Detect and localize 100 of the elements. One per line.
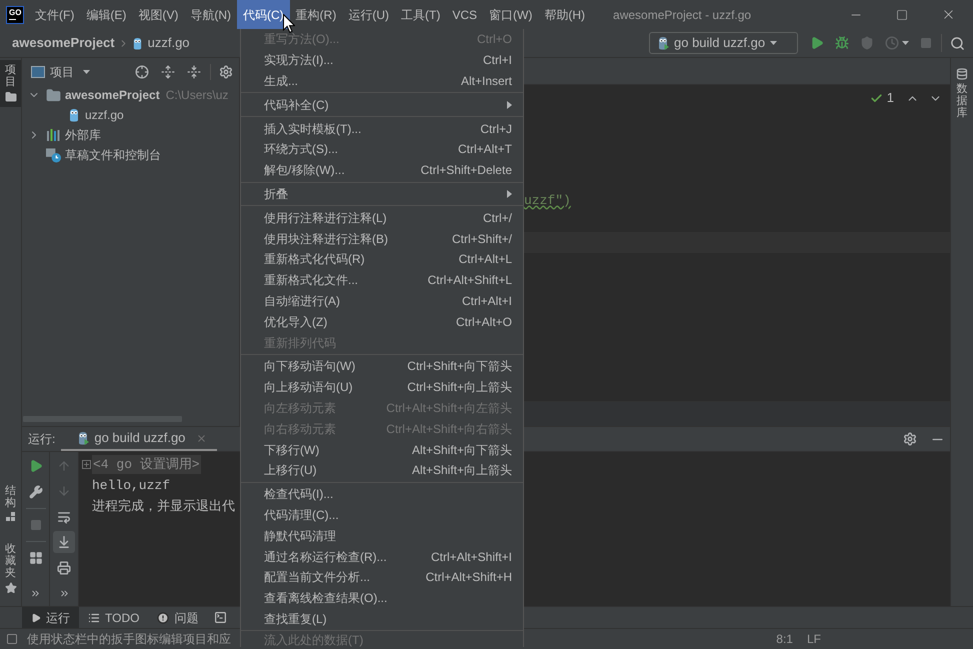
panel-icon [31, 66, 45, 78]
caret-down-icon[interactable] [902, 41, 909, 45]
menu-bar-item[interactable]: 编辑(E) [80, 0, 132, 29]
shortcut-text: Ctrl+/ [482, 210, 512, 225]
folder-icon [4, 91, 16, 104]
tree-item[interactable]: awesomeProject C:\Users\uz [22, 85, 239, 105]
menu-bar-item[interactable]: 文件(F) [29, 0, 80, 29]
menu-bar-item[interactable]: 视图(V) [132, 0, 184, 29]
inspection-check-icon[interactable] [870, 92, 883, 104]
menu-item[interactable]: 配置当前文件分析... Ctrl+Alt+Shift+H [241, 566, 523, 588]
menu-item[interactable]: 折叠 [241, 184, 523, 204]
menu-item[interactable]: 查看离线检查结果(O)... [241, 588, 523, 609]
tool-window-tab[interactable]: 数据库 [951, 64, 973, 124]
breadcrumb-item[interactable]: awesomeProject [12, 33, 115, 53]
menu-bar-item[interactable]: 运行(U) [342, 0, 396, 29]
caret-position[interactable]: 8:1 [776, 630, 793, 648]
scroll-to-end-icon[interactable] [53, 531, 75, 554]
menu-item[interactable]: 检查代码(I)... [241, 484, 523, 505]
tool-window-tab[interactable]: 问题 [148, 607, 208, 628]
menu-item[interactable]: 生成... Alt+Insert [241, 70, 523, 92]
menu-item[interactable]: 静默代码清理 [241, 525, 523, 546]
tool-window-tab[interactable]: TODO [79, 607, 148, 628]
file-icon [68, 108, 80, 122]
console-line: hello,uzzf [92, 476, 170, 495]
menu-item[interactable]: 重新格式化文件... Ctrl+Alt+Shift+L [241, 270, 523, 291]
tool-window-tab[interactable]: 收藏夹 [0, 538, 21, 598]
menu-item[interactable]: 重新格式化代码(R) Ctrl+Alt+L [241, 248, 523, 270]
run-config-dropdown[interactable]: go build uzzf.go [649, 32, 798, 54]
tool-window-tab[interactable]: 结构 [0, 480, 21, 525]
caret-down-icon[interactable] [83, 70, 90, 74]
expand-fold-icon[interactable] [82, 460, 91, 469]
menu-item[interactable]: 上移行(U) Alt+Shift+向上箭头 [241, 460, 523, 481]
soft-wrap-icon[interactable] [57, 510, 71, 524]
menu-item[interactable]: 优化导入(Z) Ctrl+Alt+O [241, 311, 523, 332]
console-line: 进程完成，并显示退出代 [92, 498, 235, 516]
layout-icon[interactable] [28, 551, 42, 565]
expand-all-icon[interactable] [161, 64, 175, 78]
menu-item[interactable]: 插入实时模板(T)... Ctrl+J [241, 118, 523, 139]
menu-item[interactable]: 解包/移除(W)... Ctrl+Shift+Delete [241, 160, 523, 181]
tree-item[interactable]: 外部库 [22, 125, 239, 145]
shortcut-text: Alt+Shift+向上箭头 [412, 463, 512, 478]
database-icon [956, 68, 968, 80]
menu-item[interactable]: 代码清理(C)... [241, 504, 523, 526]
settings-icon[interactable] [219, 64, 233, 78]
tool-window-tab[interactable]: 运行 [22, 607, 79, 628]
horizontal-scrollbar[interactable] [23, 416, 182, 422]
menu-item[interactable]: 使用块注释进行注释(B) Ctrl+Shift+/ [241, 228, 523, 249]
menu-item[interactable]: 通过名称运行检查(R)... Ctrl+Alt+Shift+I [241, 546, 523, 567]
more-icon[interactable] [58, 588, 70, 599]
play-icon [31, 612, 41, 622]
shortcut-text: Ctrl+Alt+I [462, 294, 512, 308]
tool-window-tab[interactable]: 项目 [0, 60, 21, 108]
more-icon[interactable] [30, 588, 41, 598]
menu-item[interactable]: 下移行(W) Alt+Shift+向下箭头 [241, 439, 523, 460]
line-separator[interactable]: LF [806, 630, 821, 648]
menu-bar-item[interactable]: 工具(T) [395, 0, 446, 29]
mouse-pointer-icon [283, 14, 295, 33]
shortcut-text: Ctrl+Alt+Shift+向左箭头 [386, 400, 512, 415]
structure-icon [6, 512, 15, 521]
menu-item[interactable]: 实现方法(I)... Ctrl+I [241, 50, 523, 71]
tree-item[interactable]: 草稿文件和控制台 [22, 145, 239, 165]
wrench-icon[interactable] [28, 485, 42, 499]
maximize-icon[interactable] [896, 8, 908, 20]
app-logo: GO [6, 6, 24, 24]
star-icon [4, 582, 16, 594]
debug-icon[interactable] [835, 36, 849, 50]
tree-item[interactable]: uzzf.go [22, 105, 239, 125]
shortcut-text: Ctrl+Shift+/ [452, 232, 512, 246]
breadcrumb-item[interactable]: uzzf.go [148, 33, 190, 53]
menu-item[interactable]: 环绕方式(S)... Ctrl+Alt+T [241, 138, 523, 160]
menu-item[interactable]: 使用行注释进行注释(L) Ctrl+/ [241, 207, 523, 228]
scratch-file-icon [46, 147, 61, 163]
shortcut-text: Alt+Insert [460, 74, 512, 88]
menu-bar-item[interactable]: VCS [446, 0, 484, 29]
search-icon[interactable] [950, 36, 965, 50]
printer-icon[interactable] [57, 560, 71, 575]
panel-toggle-icon[interactable] [6, 633, 18, 645]
code-line: uzzf") [524, 192, 571, 210]
menu-item[interactable]: 自动缩进行(A) Ctrl+Alt+I [241, 290, 523, 312]
locate-icon[interactable] [135, 64, 149, 78]
menu-item[interactable]: 向上移动语句(U) Ctrl+Shift+向上箭头 [241, 376, 523, 398]
menu-item[interactable]: 代码补全(C) [241, 94, 523, 116]
menu-bar-item[interactable]: 窗口(W) [483, 0, 538, 29]
shortcut-text: Ctrl+Alt+L [458, 252, 512, 266]
shortcut-text: Ctrl+Alt+Shift+H [426, 570, 512, 584]
run-icon[interactable] [28, 459, 42, 473]
menu-bar-item[interactable]: 导航(N) [184, 0, 237, 29]
menu-item[interactable]: 查找重复(L) [241, 608, 523, 630]
terminal-icon[interactable] [214, 611, 228, 624]
collapse-all-icon[interactable] [187, 64, 201, 78]
shortcut-text: Ctrl+O [476, 32, 512, 46]
folded-text[interactable]: <4 go 设置调用> [92, 454, 201, 474]
menu-bar-item[interactable]: 代码(C) [237, 0, 290, 29]
inspection-count: 1 [886, 89, 894, 108]
caret-down-icon[interactable] [770, 41, 778, 45]
view-dropdown[interactable]: 项目 [31, 62, 90, 80]
settings-icon[interactable] [903, 432, 917, 446]
run-icon[interactable] [810, 36, 824, 50]
menu-bar-item[interactable]: 帮助(H) [538, 0, 592, 29]
menu-item[interactable]: 向下移动语句(W) Ctrl+Shift+向下箭头 [241, 356, 523, 377]
